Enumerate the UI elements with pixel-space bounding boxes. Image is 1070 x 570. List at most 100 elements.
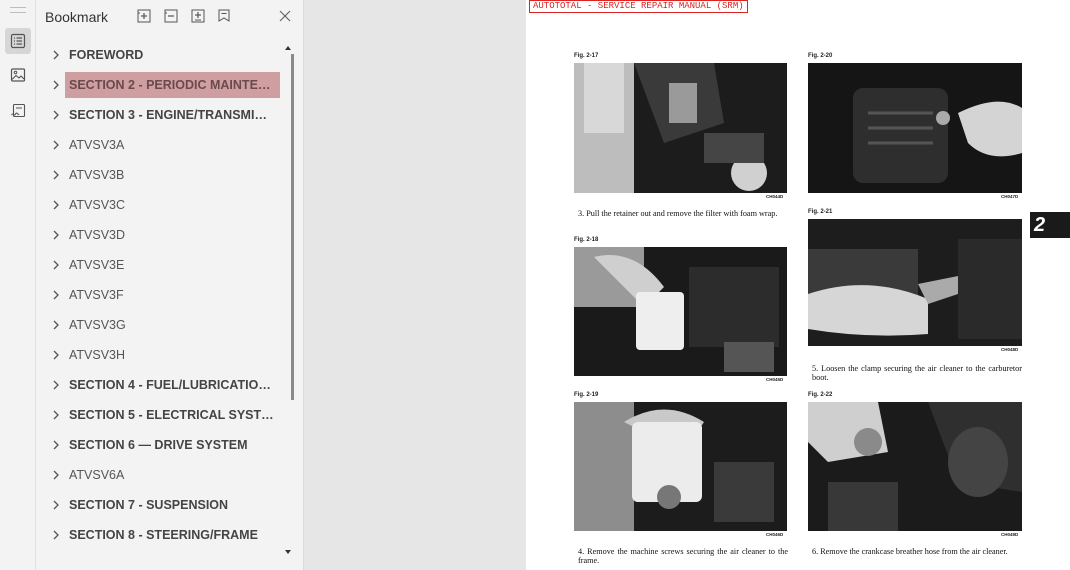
chevron-right-icon[interactable] xyxy=(50,319,62,331)
figure-photo xyxy=(808,219,1022,346)
photo-code: CH049D xyxy=(1001,532,1019,537)
watermark-banner: AUTOTOTAL - SERVICE REPAIR MANUAL (SRM) xyxy=(529,0,748,13)
scroll-down-button[interactable] xyxy=(282,546,294,558)
figure-caption: Fig. 2-20 xyxy=(808,53,833,59)
thumbnail-panel-button[interactable] xyxy=(5,62,31,88)
chevron-right-icon[interactable] xyxy=(50,529,62,541)
bookmark-panel-button[interactable] xyxy=(5,28,31,54)
figure-caption: Fig. 2-19 xyxy=(574,392,599,398)
scroll-down-icon xyxy=(285,550,291,554)
add-bookmark-button[interactable] xyxy=(190,8,206,24)
bookmark-label: SECTION 4 - FUEL/LUBRICATION/COOLING xyxy=(69,378,280,392)
chevron-right-icon[interactable] xyxy=(50,199,62,211)
document-page: AUTOTOTAL - SERVICE REPAIR MANUAL (SRM) … xyxy=(526,0,1070,570)
chevron-right-icon[interactable] xyxy=(50,49,62,61)
section-number-tab: 2 xyxy=(1030,212,1070,238)
bookmark-options-icon xyxy=(218,9,230,22)
bookmark-item[interactable]: ATVSV3D xyxy=(36,220,286,250)
close-icon xyxy=(279,10,291,22)
step-6-text: 6. Remove the crankcase breather hose fr… xyxy=(812,547,1008,556)
bookmark-label: SECTION 6 — DRIVE SYSTEM xyxy=(69,438,248,452)
bookmark-item[interactable]: ATVSV3E xyxy=(36,250,286,280)
bookmark-label: SECTION 8 - STEERING/FRAME xyxy=(69,528,258,542)
bookmark-label: SECTION 3 - ENGINE/TRANSMISSION xyxy=(69,108,280,122)
bookmark-label: ATVSV3H xyxy=(69,348,126,362)
bookmark-item[interactable]: SECTION 3 - ENGINE/TRANSMISSION xyxy=(36,100,286,130)
bookmark-item[interactable]: FOREWORD xyxy=(36,40,286,70)
pdf-reader-window: Bookmark FOREWORD SECTION 2 - PERIODIC MA… xyxy=(0,0,1070,570)
chevron-right-icon[interactable] xyxy=(50,409,62,421)
step-5-text: 5. Loosen the clamp securing the air cle… xyxy=(812,364,1022,382)
bookmark-panel-header: Bookmark xyxy=(36,0,304,34)
collapse-all-button[interactable] xyxy=(163,8,179,24)
bookmark-label: ATVSV3A xyxy=(69,138,125,152)
expand-all-button[interactable] xyxy=(136,8,152,24)
bookmark-item[interactable]: SECTION 7 - SUSPENSION xyxy=(36,490,286,520)
signature-panel-button[interactable] xyxy=(5,98,31,124)
sidebar-rail xyxy=(0,0,36,570)
figure-caption: Fig. 2-21 xyxy=(808,209,833,215)
figure-photo xyxy=(574,247,787,376)
chevron-right-icon[interactable] xyxy=(50,499,62,511)
scroll-up-button[interactable] xyxy=(282,42,294,54)
chevron-right-icon[interactable] xyxy=(50,469,62,481)
photo-code: CH046D xyxy=(766,532,784,537)
chevron-right-icon[interactable] xyxy=(50,169,62,181)
photo-code: CH047D xyxy=(1001,194,1019,199)
bookmark-label: SECTION 5 - ELECTRICAL SYSTEM xyxy=(69,408,280,422)
collapse-all-icon xyxy=(164,9,178,23)
figure-photo xyxy=(574,402,787,531)
bookmark-item[interactable]: ATVSV3G xyxy=(36,310,286,340)
bookmark-label: ATVSV3G xyxy=(69,318,126,332)
bookmark-item[interactable]: SECTION 8 - STEERING/FRAME xyxy=(36,520,286,550)
figure-photo xyxy=(808,402,1022,531)
bookmark-scrollbar[interactable] xyxy=(282,40,294,562)
step-3-text: 3. Pull the retainer out and remove the … xyxy=(578,209,778,218)
chevron-right-icon[interactable] xyxy=(50,229,62,241)
figure-caption: Fig. 2-22 xyxy=(808,392,833,398)
photo-code: CH045D xyxy=(766,377,784,382)
bookmark-label: ATVSV3C xyxy=(69,198,126,212)
signature-icon xyxy=(11,103,26,118)
expand-all-icon xyxy=(137,9,151,23)
document-background xyxy=(305,0,526,570)
chevron-right-icon[interactable] xyxy=(50,349,62,361)
figure-caption: Fig. 2-18 xyxy=(574,237,599,243)
add-bookmark-icon xyxy=(191,9,205,23)
bookmark-item[interactable]: SECTION 5 - ELECTRICAL SYSTEM xyxy=(36,400,286,430)
bookmark-item[interactable]: SECTION 2 - PERIODIC MAINTENANCE xyxy=(36,70,286,100)
chevron-right-icon[interactable] xyxy=(50,139,62,151)
chevron-right-icon[interactable] xyxy=(50,259,62,271)
bookmark-item[interactable]: ATVSV3B xyxy=(36,160,286,190)
figure-photo xyxy=(574,63,787,193)
bookmark-label: SECTION 2 - PERIODIC MAINTENANCE xyxy=(65,72,280,98)
bookmark-item[interactable]: SECTION 6 — DRIVE SYSTEM xyxy=(36,430,286,460)
bookmark-item[interactable]: ATVSV3H xyxy=(36,340,286,370)
chevron-right-icon[interactable] xyxy=(50,79,62,91)
bookmark-item[interactable]: SECTION 4 - FUEL/LUBRICATION/COOLING xyxy=(36,370,286,400)
bookmark-item[interactable]: ATVSV3C xyxy=(36,190,286,220)
figure-photo xyxy=(808,63,1022,193)
bookmark-panel: Bookmark FOREWORD SECTION 2 - PERIODIC MA… xyxy=(36,0,304,570)
chevron-right-icon[interactable] xyxy=(50,289,62,301)
bookmark-list-icon xyxy=(10,33,26,49)
bookmark-item[interactable]: ATVSV6A xyxy=(36,460,286,490)
bookmark-label: SECTION 7 - SUSPENSION xyxy=(69,498,229,512)
chevron-right-icon[interactable] xyxy=(50,379,62,391)
bookmark-label: ATVSV3F xyxy=(69,288,124,302)
bookmark-label: ATVSV3B xyxy=(69,168,125,182)
panel-title: Bookmark xyxy=(45,9,109,25)
bookmark-label: ATVSV3E xyxy=(69,258,125,272)
bookmark-label: ATVSV6A xyxy=(69,468,125,482)
bookmark-item[interactable]: ATVSV3F xyxy=(36,280,286,310)
chevron-right-icon[interactable] xyxy=(50,439,62,451)
bookmark-options-button[interactable] xyxy=(216,8,232,24)
rail-grip[interactable] xyxy=(10,7,26,13)
scroll-up-icon xyxy=(285,46,291,50)
chevron-right-icon[interactable] xyxy=(50,109,62,121)
bookmark-item[interactable]: ATVSV3A xyxy=(36,130,286,160)
scroll-thumb[interactable] xyxy=(291,54,294,400)
close-panel-button[interactable] xyxy=(277,8,293,24)
step-4-text: 4. Remove the machine screws securing th… xyxy=(578,547,788,565)
photo-code: CH048D xyxy=(1001,347,1019,352)
